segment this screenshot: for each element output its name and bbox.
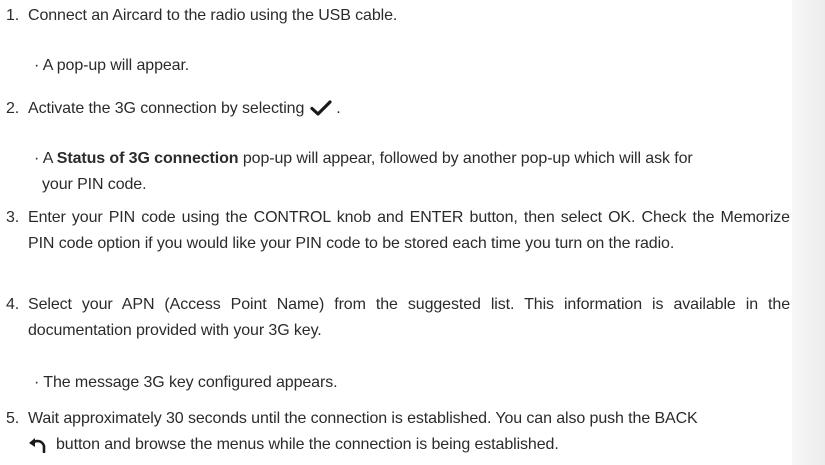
step-3: 3. Enter your PIN code using the CONTROL… (0, 205, 790, 270)
checkmark-icon (310, 99, 332, 125)
step-4-note: · The message 3G key configured appears. (34, 370, 784, 396)
bullet: · (34, 374, 40, 391)
status-3g-connection-label: Status of 3G connection (56, 150, 239, 167)
bullet: · (34, 150, 40, 167)
step-5: 5. Wait approximately 30 seconds until t… (0, 406, 790, 462)
step-text: Enter your PIN code using the CONTROL kn… (28, 209, 790, 252)
step-text: Wait approximately 30 seconds until the … (28, 406, 790, 462)
step-text: Select your APN (Access Point Name) from… (28, 296, 790, 339)
step-text: Activate the 3G connection by selecting (28, 100, 305, 117)
step-1-row: 1. Connect an Aircard to the radio using… (0, 3, 790, 29)
note-text: pop-up will appear, followed by another … (242, 150, 693, 167)
back-arrow-icon (28, 436, 48, 462)
step-2-row: 2. Activate the 3G connection by selecti… (0, 96, 790, 125)
step-1: 1. Connect an Aircard to the radio using… (0, 3, 790, 42)
step-4: 4. Select your APN (Access Point Name) f… (0, 292, 790, 357)
page-edge-shading (792, 0, 825, 465)
note-text: A pop-up will appear. (42, 57, 190, 74)
step-text-end: . (336, 100, 341, 117)
step-number: 2. (6, 100, 20, 117)
note-text-continued: your PIN code. (42, 176, 147, 193)
step-text: Wait approximately 30 seconds until the … (28, 410, 698, 427)
step-text-continued: button and browse the menus while the co… (56, 436, 559, 453)
step-text: Connect an Aircard to the radio using th… (28, 7, 398, 24)
step-2-note: · A Status of 3G connection pop-up will … (34, 146, 790, 198)
step-4-row: 4. Select your APN (Access Point Name) f… (0, 292, 790, 344)
step-number: 1. (6, 7, 20, 24)
manual-page: 1. Connect an Aircard to the radio using… (0, 0, 792, 465)
note-text: The message 3G key configured appears. (43, 374, 338, 391)
step-3-row: 3. Enter your PIN code using the CONTROL… (0, 205, 790, 257)
step-1-note: · A pop-up will appear. (34, 53, 784, 79)
bullet: · (34, 57, 40, 74)
step-number: 5. (6, 410, 20, 427)
step-2: 2. Activate the 3G connection by selecti… (0, 96, 790, 138)
step-number: 4. (6, 296, 20, 313)
step-number: 3. (6, 209, 20, 226)
note-prefix: A (42, 150, 53, 167)
step-5-row: 5. Wait approximately 30 seconds until t… (0, 406, 790, 462)
